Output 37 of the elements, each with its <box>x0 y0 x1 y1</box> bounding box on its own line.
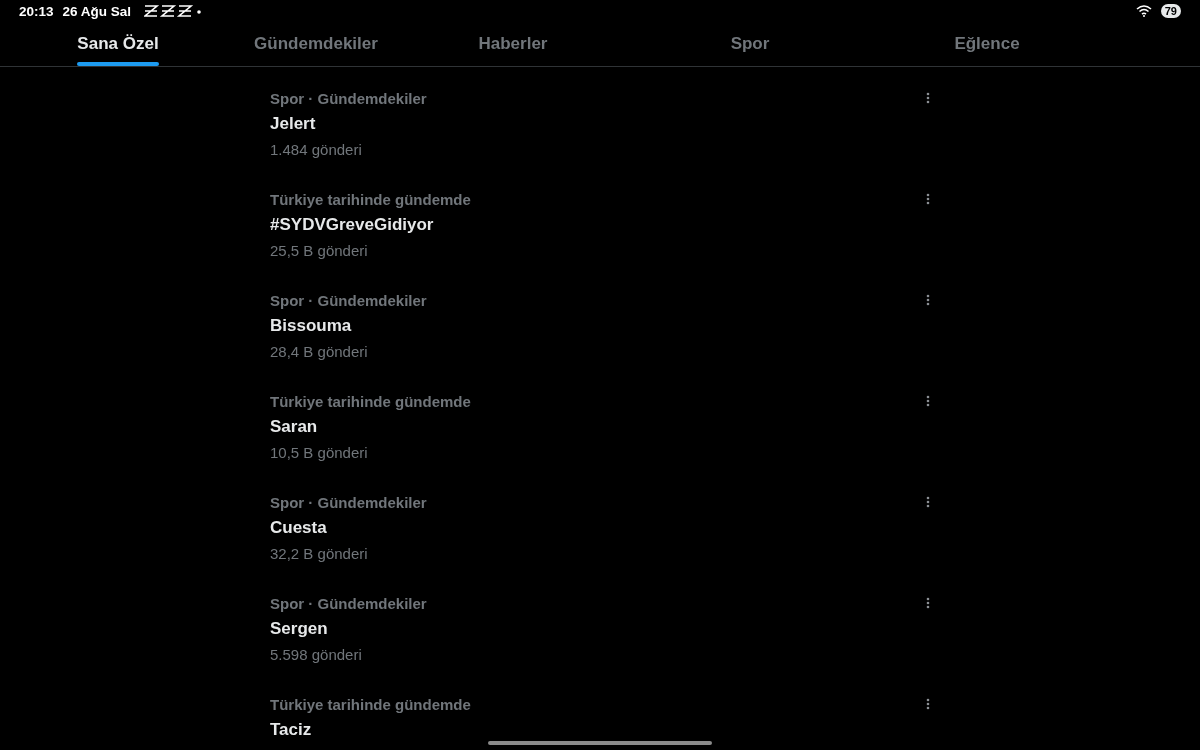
trend-context: Spor · Gündemdekiler <box>270 89 427 109</box>
tab[interactable]: Spor <box>730 22 770 66</box>
trend-title[interactable]: Saran <box>270 412 471 441</box>
more-options-icon[interactable] <box>926 92 930 104</box>
tab[interactable]: Gündemdekiler <box>254 22 378 66</box>
status-time: 20:13 <box>19 3 54 19</box>
more-options-icon[interactable] <box>926 698 930 710</box>
trend-title[interactable]: Bissouma <box>270 311 427 340</box>
tab[interactable]: Sana Özel <box>77 22 159 66</box>
post-count: 32,2 B gönderi <box>270 544 369 564</box>
trend-title[interactable]: Taciz <box>270 715 471 744</box>
more-options-icon[interactable] <box>926 395 930 407</box>
post-count: 10,5 B gönderi <box>270 443 369 463</box>
trend-context: Türkiye tarihinde gündemde <box>270 695 471 715</box>
wifi-icon <box>1135 5 1152 17</box>
more-options-icon[interactable] <box>926 294 930 306</box>
notification-icons <box>144 5 203 17</box>
trend-title[interactable]: Sergen <box>270 614 427 643</box>
tab[interactable]: Haberler <box>478 22 548 66</box>
status-date: 26 Ağu Sal <box>62 3 132 19</box>
trend-title[interactable]: Cuesta <box>270 513 427 542</box>
tab[interactable]: Eğlence <box>954 22 1020 66</box>
trend-context: Spor · Gündemdekiler <box>270 594 427 614</box>
trend-context: Spor · Gündemdekiler <box>270 291 427 311</box>
post-count: 1.484 gönderi <box>270 140 363 160</box>
trend-context: Türkiye tarihinde gündemde <box>270 190 471 210</box>
trend-title[interactable]: Jelert <box>270 109 427 138</box>
post-count: 5.598 gönderi <box>270 645 363 665</box>
post-count: 28,4 B gönderi <box>270 342 369 362</box>
trend-context: Spor · Gündemdekiler <box>270 493 427 513</box>
more-options-icon[interactable] <box>926 193 930 205</box>
more-options-icon[interactable] <box>926 597 930 609</box>
trend-context: Türkiye tarihinde gündemde <box>270 392 471 412</box>
battery-level: 79 <box>1160 4 1181 18</box>
more-options-icon[interactable] <box>926 496 930 508</box>
trend-title[interactable]: #SYDVGreveGidiyor <box>270 210 471 239</box>
post-count: 25,5 B gönderi <box>270 241 369 261</box>
